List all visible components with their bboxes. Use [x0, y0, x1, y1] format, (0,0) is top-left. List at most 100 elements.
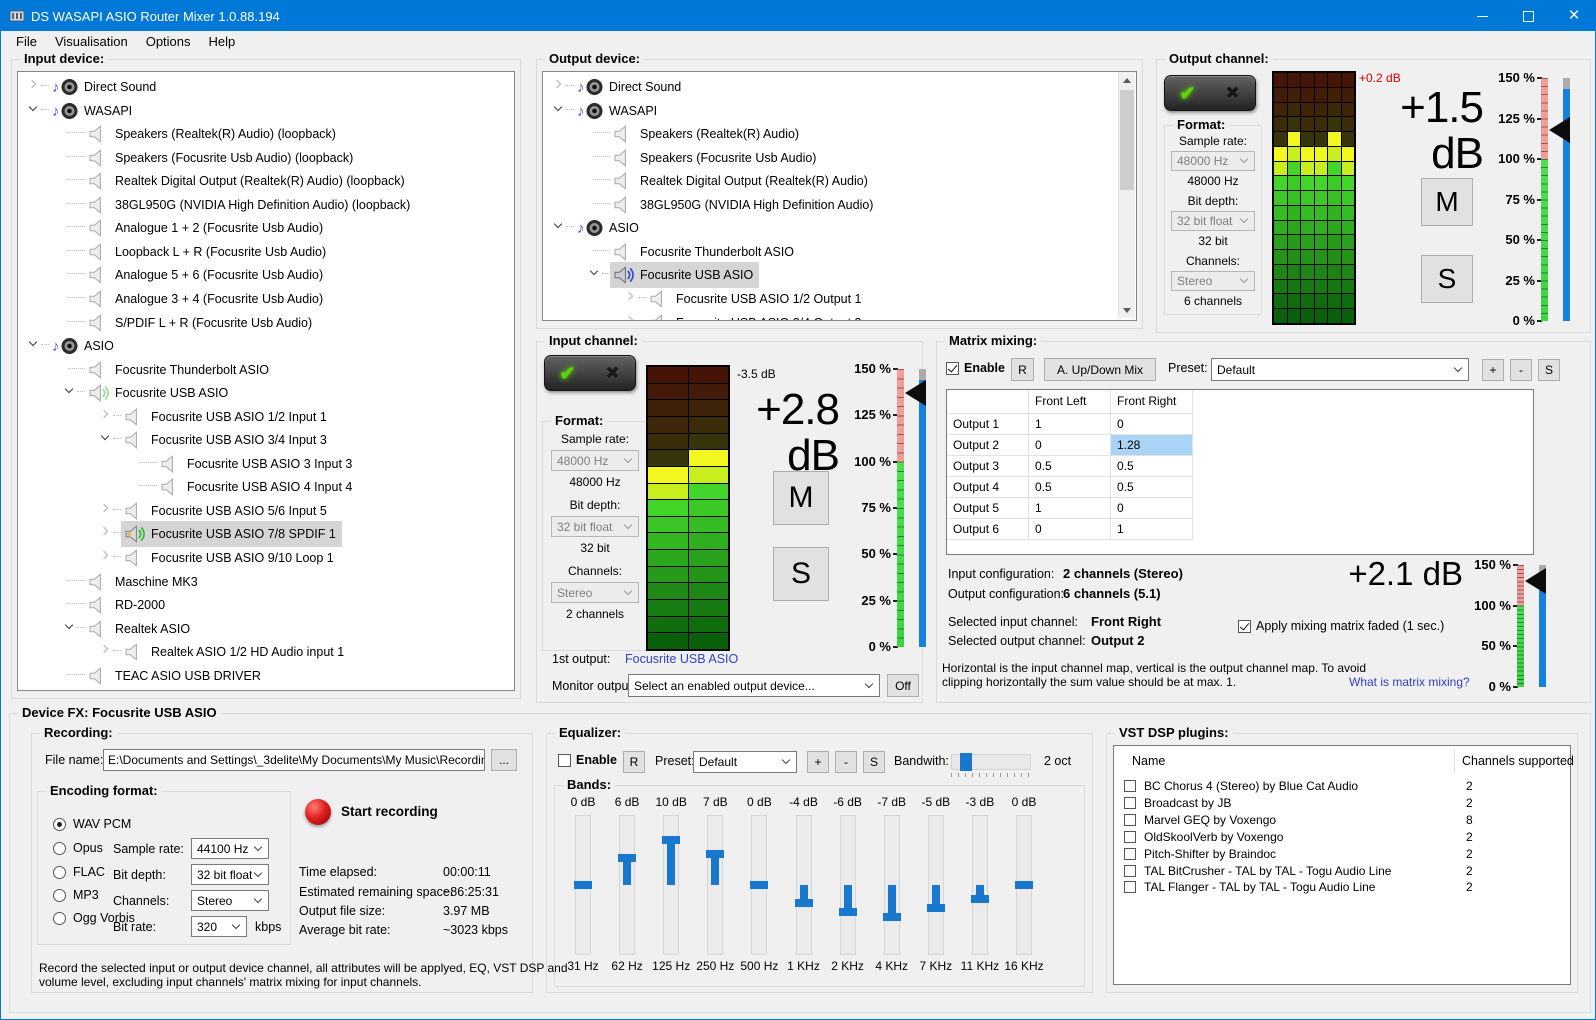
tree-item-content[interactable]: S/PDIF L + R (Focusrite Usb Audio)	[85, 310, 318, 336]
matrix-help-link[interactable]: What is matrix mixing?	[1349, 675, 1470, 689]
format-radio-flac[interactable]	[53, 866, 66, 879]
tree-item[interactable]: Analogue 5 + 6 (Focusrite Usb Audio)	[18, 262, 514, 285]
scrollbar-thumb[interactable]	[1120, 90, 1134, 190]
matrix-updown-mix-button[interactable]: A. Up/Down Mix	[1044, 358, 1156, 381]
tree-item[interactable]: Realtek Digital Output (Realtek(R) Audio…	[543, 168, 1136, 191]
tree-item-content[interactable]: 38GL950G (NVIDIA High Definition Audio)	[610, 192, 879, 218]
chevron-expanded-icon[interactable]	[64, 621, 76, 633]
matrix-value-cell[interactable]: 0.5	[1029, 477, 1111, 498]
tree-item-content[interactable]: Speakers (Focusrite Usb Audio)	[610, 145, 822, 171]
vst-plugin-checkbox[interactable]	[1124, 797, 1136, 809]
tree-item-content[interactable]: Realtek ASIO	[85, 616, 196, 642]
tree-item[interactable]: Focusrite USB ASIO 7/8 SPDIF 1	[18, 521, 514, 544]
matrix-preset-remove-button[interactable]: -	[1510, 359, 1532, 381]
menu-file[interactable]: File	[7, 32, 46, 51]
tree-item[interactable]: Focusrite USB ASIO	[18, 380, 514, 403]
tree-item[interactable]: RD-2000	[18, 592, 514, 615]
chevron-expanded-icon[interactable]	[553, 220, 565, 232]
tree-item-content[interactable]: Realtek Digital Output (Realtek(R) Audio…	[85, 168, 411, 194]
tree-item[interactable]: Speakers (Focusrite Usb Audio) (loopback…	[18, 145, 514, 168]
menu-visualisation[interactable]: Visualisation	[46, 32, 137, 51]
output-channel-enable-toggle[interactable]: ✔ ✖	[1164, 75, 1256, 111]
tree-item[interactable]: Focusrite USB ASIO 3/4 Output 3	[543, 310, 1136, 322]
vst-plugin-name[interactable]: BC Chorus 4 (Stereo) by Blue Cat Audio	[1144, 779, 1358, 793]
tree-item-content[interactable]: Focusrite USB ASIO 7/8 SPDIF 1	[121, 521, 342, 547]
output-volume-fader[interactable]: 150 %125 %100 %75 %50 %25 %0 %	[1477, 78, 1589, 321]
tree-item[interactable]: Focusrite Thunderbolt ASIO	[18, 357, 514, 380]
record-icon[interactable]	[305, 799, 331, 825]
eq-preset-remove-button[interactable]: -	[835, 751, 857, 773]
tree-item[interactable]: Focusrite USB ASIO 3 Input 3	[18, 451, 514, 474]
tree-item[interactable]: Focusrite Thunderbolt ASIO	[543, 239, 1136, 262]
scroll-down-icon[interactable]	[1119, 302, 1135, 318]
tree-item-content[interactable]: Analogue 3 + 4 (Focusrite Usb Audio)	[85, 286, 329, 312]
tree-item[interactable]: Realtek ASIO	[18, 616, 514, 639]
tree-item-content[interactable]: Focusrite USB ASIO 1/2 Output 1	[646, 286, 868, 312]
tree-item-content[interactable]: Focusrite USB ASIO 4 Input 4	[157, 474, 358, 500]
matrix-preset-save-button[interactable]: S	[1538, 359, 1560, 381]
chevron-expanded-icon[interactable]	[64, 385, 76, 397]
vst-plugin-name[interactable]: Pitch-Shifter by Braindoc	[1144, 847, 1276, 861]
tree-item-content[interactable]: Loopback L + R (Focusrite Usb Audio)	[85, 239, 332, 265]
input-solo-button[interactable]: S	[773, 547, 829, 601]
rec-bit-depth-select[interactable]: 32 bit float	[191, 864, 269, 885]
output-tree-scrollbar[interactable]	[1118, 72, 1135, 318]
tree-item[interactable]: TEAC ASIO USB DRIVER	[18, 663, 514, 686]
tree-item[interactable]: ♪WASAPI	[18, 98, 514, 121]
matrix-value-cell[interactable]: 0	[1111, 498, 1193, 519]
tree-item-content[interactable]: Focusrite USB ASIO 3/4 Input 3	[121, 427, 333, 453]
tree-item-content[interactable]: ♪Direct Sound	[49, 74, 162, 100]
format-radio-mp3[interactable]	[53, 889, 66, 902]
eq-slider-handle[interactable]	[618, 854, 636, 862]
monitor-off-button[interactable]: Off	[887, 674, 919, 697]
eq-preset-save-button[interactable]: S	[863, 751, 885, 773]
tree-item[interactable]: 38GL950G (NVIDIA High Definition Audio)	[543, 192, 1136, 215]
matrix-value-cell[interactable]: 0.5	[1111, 456, 1193, 477]
eq-slider-handle[interactable]	[883, 913, 901, 921]
matrix-value-cell[interactable]: 0.5	[1111, 477, 1193, 498]
vst-plugin-checkbox[interactable]	[1124, 848, 1136, 860]
eq-slider-handle[interactable]	[706, 850, 724, 858]
tree-item-content[interactable]: Focusrite Thunderbolt ASIO	[85, 357, 275, 383]
vst-plugin-name[interactable]: Broadcast by JB	[1144, 796, 1231, 810]
fader-fill-bar[interactable]	[919, 380, 926, 647]
eq-slider-handle[interactable]	[750, 881, 768, 889]
apply-faded-checkbox[interactable]	[1238, 620, 1251, 633]
file-name-input[interactable]: E:\Documents and Settings\_3delite\My Do…	[103, 749, 485, 771]
chevron-collapsed-icon[interactable]	[625, 291, 637, 303]
tree-item-content[interactable]: Analogue 1 + 2 (Focusrite Usb Audio)	[85, 215, 329, 241]
bit-depth-select[interactable]: 32 bit float	[1171, 211, 1255, 231]
eq-bandwidth-slider[interactable]	[951, 754, 1031, 770]
rec-channels-select[interactable]: Stereo	[191, 890, 269, 911]
matrix-volume-fader[interactable]: 150 %100 %50 %0 %	[1455, 565, 1565, 687]
tree-item-content[interactable]: Focusrite USB ASIO 5/6 Input 5	[121, 498, 333, 524]
tree-item-content[interactable]: Maschine MK3	[85, 569, 204, 595]
matrix-reset-button[interactable]: R	[1011, 358, 1034, 381]
tree-item-content[interactable]: ♪ASIO	[49, 333, 120, 359]
chevron-collapsed-icon[interactable]	[100, 409, 112, 421]
vst-plugin-checkbox[interactable]	[1124, 780, 1136, 792]
tree-item-content[interactable]: ♪WASAPI	[574, 98, 663, 124]
chevron-collapsed-icon[interactable]	[100, 644, 112, 656]
input-device-tree[interactable]: ♪Direct Sound♪WASAPISpeakers (Realtek(R)…	[17, 71, 515, 691]
channels-select[interactable]: Stereo	[551, 582, 639, 603]
eq-reset-button[interactable]: R	[623, 751, 645, 773]
tree-item[interactable]: Focusrite USB ASIO 4 Input 4	[18, 474, 514, 497]
chevron-collapsed-icon[interactable]	[100, 503, 112, 515]
tree-item-content[interactable]: Focusrite USB ASIO	[610, 262, 759, 288]
tree-item-content[interactable]: Analogue 5 + 6 (Focusrite Usb Audio)	[85, 262, 329, 288]
eq-enable-checkbox[interactable]	[558, 754, 571, 767]
channels-select[interactable]: Stereo	[1171, 271, 1255, 291]
input-volume-fader[interactable]: 150 %125 %100 %75 %50 %25 %0 %	[835, 369, 935, 647]
tree-item-content[interactable]: Focusrite USB ASIO 3/4 Output 3	[646, 310, 868, 322]
tree-item-content[interactable]: Realtek Digital Output (Realtek(R) Audio…	[610, 168, 874, 194]
close-button[interactable]: ×	[1551, 1, 1596, 31]
matrix-value-cell[interactable]: 0.5	[1029, 456, 1111, 477]
tree-item-content[interactable]: Focusrite USB ASIO 3 Input 3	[157, 451, 358, 477]
sample-rate-select[interactable]: 48000 Hz	[551, 450, 639, 471]
tree-item-content[interactable]: Realtek ASIO 1/2 HD Audio input 1	[121, 639, 350, 665]
eq-band-slider[interactable]	[619, 815, 635, 955]
start-recording-button[interactable]: Start recording	[341, 804, 438, 819]
tree-item-content[interactable]: Speakers (Realtek(R) Audio) (loopback)	[85, 121, 342, 147]
minimize-button[interactable]	[1459, 1, 1505, 31]
